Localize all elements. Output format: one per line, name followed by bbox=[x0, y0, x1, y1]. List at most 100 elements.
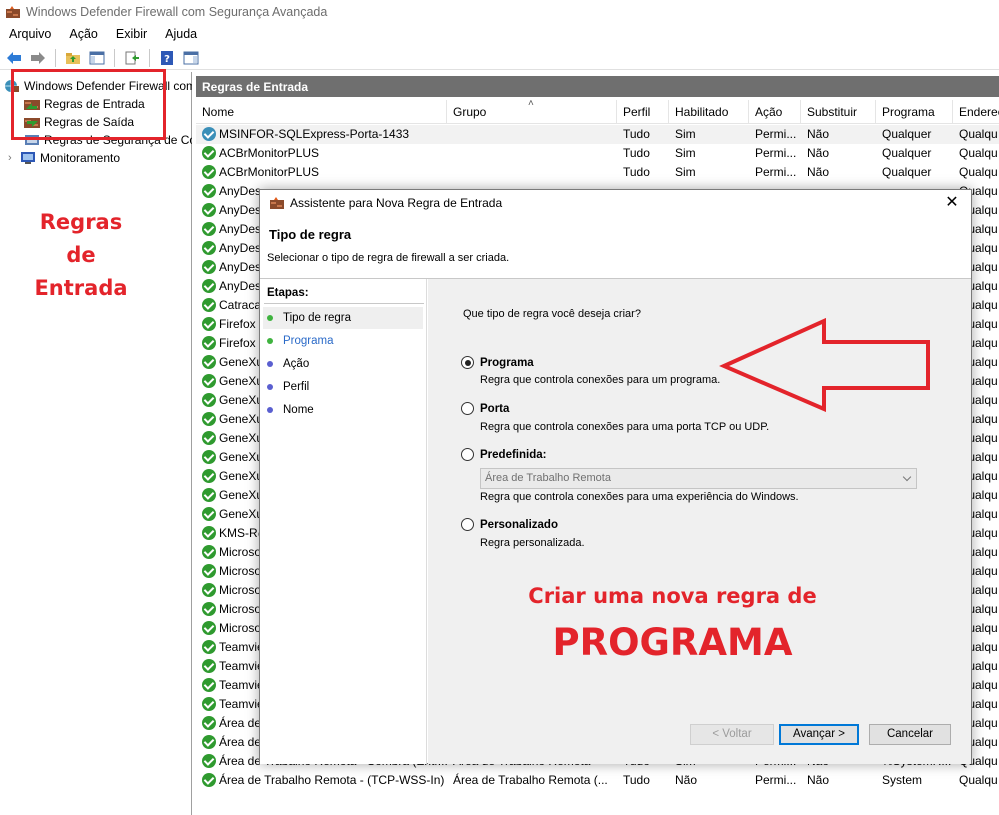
step-dot-icon bbox=[267, 361, 273, 367]
toolbar: ? bbox=[0, 46, 999, 70]
pane-title: Regras de Entrada bbox=[202, 79, 309, 94]
dialog-title-bar: Assistente para Nova Regra de Entrada bbox=[260, 190, 971, 216]
table-row[interactable]: ACBrMonitorPLUS Tudo Sim Permi... Não Qualque… bbox=[196, 144, 999, 163]
highlight-rectangle bbox=[11, 69, 166, 140]
table-cell: Permi... bbox=[755, 146, 797, 160]
toolbar-separator bbox=[149, 48, 150, 67]
table-row[interactable]: Área de Trabalho Remota - (TCP-WSS-In) Ár… bbox=[196, 771, 999, 790]
predefinida-radio[interactable] bbox=[461, 448, 474, 461]
predefined-rule-select[interactable]: Área de Trabalho Remota bbox=[480, 468, 917, 489]
table-cell: Sim bbox=[675, 127, 696, 141]
table-cell: Tudo bbox=[623, 127, 650, 141]
back-button[interactable]: < Voltar bbox=[690, 724, 774, 745]
column-header-habilitado[interactable]: Habilitado bbox=[669, 100, 749, 124]
svg-text:?: ? bbox=[164, 54, 170, 65]
column-header-acao[interactable]: Ação bbox=[749, 100, 801, 124]
back-arrow-icon[interactable] bbox=[4, 48, 24, 68]
annotation-criar-regra: Criar uma nova regra de bbox=[528, 584, 817, 608]
window-title: Windows Defender Firewall com Segurança … bbox=[26, 5, 328, 19]
column-header-endereco[interactable]: Endereço bbox=[953, 100, 999, 124]
export-list-icon[interactable] bbox=[122, 48, 142, 68]
table-cell: Qualquer bbox=[882, 146, 932, 160]
step-nome: Nome bbox=[263, 399, 423, 421]
monitoring-icon bbox=[20, 151, 36, 165]
option-predefinida-desc: Regra que controla conexões para uma exp… bbox=[480, 491, 799, 503]
cancel-button[interactable]: Cancelar bbox=[869, 724, 951, 745]
table-cell: Sim bbox=[675, 146, 696, 160]
table-cell: Tudo bbox=[623, 146, 650, 160]
step-dot-icon bbox=[267, 315, 273, 321]
tree-item-monitoring[interactable]: › Monitoramento bbox=[8, 149, 120, 167]
porta-radio[interactable] bbox=[461, 402, 474, 415]
table-cell: ACBrMonitorPLUS bbox=[219, 165, 320, 179]
step-acao: Ação bbox=[263, 353, 423, 375]
new-inbound-rule-wizard: Assistente para Nova Regra de Entrada ✕ … bbox=[259, 189, 972, 764]
step-dot-icon bbox=[267, 384, 273, 390]
table-cell: Tudo bbox=[623, 773, 650, 787]
dialog-title: Assistente para Nova Regra de Entrada bbox=[290, 196, 503, 210]
step-perfil: Perfil bbox=[263, 376, 423, 398]
column-header-perfil[interactable]: Perfil bbox=[617, 100, 669, 124]
option-porta[interactable]: Porta bbox=[461, 402, 509, 415]
table-cell: Área de Trabalho Remota (... bbox=[453, 773, 608, 787]
table-cell: Tudo bbox=[623, 165, 650, 179]
table-row[interactable]: ACBrMonitorPLUS Tudo Sim Permi... Não Qualque… bbox=[196, 163, 999, 182]
column-header-programa[interactable]: Programa bbox=[876, 100, 953, 124]
table-cell: Não bbox=[675, 773, 698, 787]
toolbar-separator bbox=[114, 48, 115, 67]
table-row[interactable]: MSINFOR-SQLExpress-Porta-1433 Tudo Sim Perm… bbox=[196, 125, 999, 144]
table-cell: Sim bbox=[675, 165, 696, 179]
annotation-programa: PROGRAMA bbox=[552, 621, 793, 664]
show-hide-tree-icon[interactable] bbox=[87, 48, 107, 68]
table-cell: Não bbox=[807, 165, 830, 179]
forward-arrow-icon[interactable] bbox=[28, 48, 48, 68]
divider bbox=[264, 303, 424, 304]
personalizado-radio[interactable] bbox=[461, 518, 474, 531]
dialog-heading: Tipo de regra bbox=[269, 227, 352, 242]
table-cell: Qualqu bbox=[959, 773, 998, 787]
table-cell: Não bbox=[807, 773, 830, 787]
menu-bar: Arquivo Ação Exibir Ajuda bbox=[0, 24, 999, 44]
table-cell: MSINFOR-SQLExpress-Porta-1433 bbox=[219, 127, 410, 141]
table-cell: Qualquer bbox=[882, 127, 932, 141]
table-cell bbox=[447, 163, 617, 182]
table-cell: System bbox=[882, 773, 923, 787]
option-predefinida[interactable]: Predefinida: bbox=[461, 448, 546, 461]
up-folder-icon[interactable] bbox=[63, 48, 83, 68]
programa-radio[interactable] bbox=[461, 356, 474, 369]
table-cell: Permi... bbox=[755, 773, 797, 787]
option-personalizado[interactable]: Personalizado bbox=[461, 518, 558, 531]
table-cell bbox=[447, 144, 617, 163]
action-pane-icon[interactable] bbox=[181, 48, 201, 68]
table-cell: Qualqu bbox=[959, 146, 998, 160]
menu-arquivo[interactable]: Arquivo bbox=[0, 27, 60, 41]
table-cell bbox=[447, 125, 617, 144]
column-header-substituir[interactable]: Substituir bbox=[801, 100, 876, 124]
next-button[interactable]: Avançar > bbox=[779, 724, 859, 745]
menu-ajuda[interactable]: Ajuda bbox=[156, 27, 206, 41]
option-personalizado-desc: Regra personalizada. bbox=[480, 537, 585, 549]
table-cell: Área de Trabalho Remota - (TCP-WSS-In) bbox=[219, 773, 445, 787]
step-programa: Programa bbox=[263, 330, 423, 352]
steps-panel: Etapas: Tipo de regra Programa Ação Perf… bbox=[260, 279, 427, 764]
option-programa-desc: Regra que controla conexões para um prog… bbox=[480, 374, 721, 386]
rule-type-question: Que tipo de regra você deseja criar? bbox=[463, 308, 641, 320]
option-porta-desc: Regra que controla conexões para uma por… bbox=[480, 421, 770, 433]
chevron-right-icon[interactable]: › bbox=[8, 152, 20, 164]
table-cell: Qualqu bbox=[959, 165, 998, 179]
annotation-regras-de-entrada: Regras de Entrada bbox=[34, 210, 128, 300]
table-cell: Qualqu bbox=[959, 127, 998, 141]
column-header-nome[interactable]: Nome bbox=[196, 100, 447, 124]
menu-exibir[interactable]: Exibir bbox=[107, 27, 156, 41]
table-cell: Não bbox=[807, 146, 830, 160]
option-programa[interactable]: Programa bbox=[461, 356, 534, 369]
table-header: Nome Grupo Perfil Habilitado Ação Substi… bbox=[196, 100, 999, 124]
table-cell: Permi... bbox=[755, 127, 797, 141]
menu-acao[interactable]: Ação bbox=[60, 27, 107, 41]
sort-caret-icon: ˄ bbox=[528, 100, 534, 109]
help-icon[interactable]: ? bbox=[157, 48, 177, 68]
title-bar: Windows Defender Firewall com Segurança … bbox=[0, 0, 999, 24]
pane-header: Regras de Entrada bbox=[196, 76, 999, 97]
close-icon[interactable]: ✕ bbox=[943, 194, 961, 212]
chevron-down-icon bbox=[902, 472, 912, 482]
